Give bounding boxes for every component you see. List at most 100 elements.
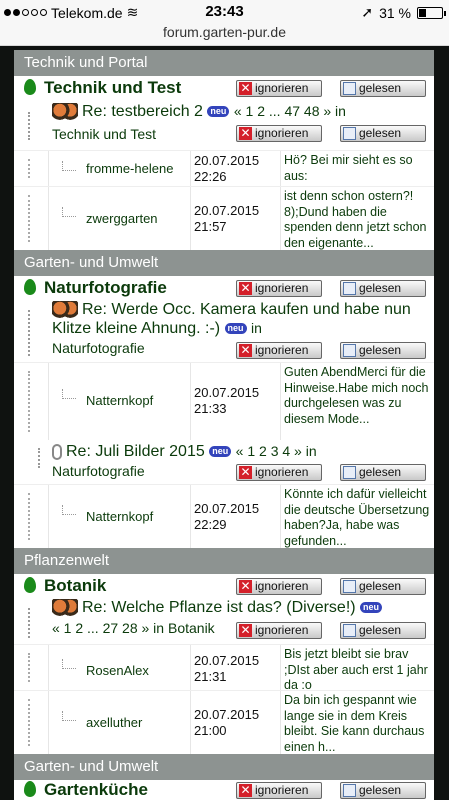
post-author[interactable]: fromme-helene xyxy=(86,161,173,176)
category-header: Garten- und Umwelt xyxy=(14,754,434,780)
url-text: forum.garten-pur.de xyxy=(163,24,286,40)
new-badge: neu xyxy=(224,323,247,335)
tree-line xyxy=(28,195,30,242)
ignore-button[interactable]: ✕ ignorieren xyxy=(236,125,322,142)
post-author[interactable]: Natternkopf xyxy=(86,509,153,524)
address-bar[interactable]: forum.garten-pur.de xyxy=(0,24,449,46)
post-excerpt[interactable]: Bis jetzt bleibt sie brav ;DIst aber auc… xyxy=(284,647,432,694)
ignore-button[interactable]: ✕ ignorieren xyxy=(236,80,322,97)
tree-line xyxy=(28,699,30,746)
topic-board-link[interactable]: Technik und Test xyxy=(52,125,156,144)
envelope-icon xyxy=(343,127,356,140)
board-title-link[interactable]: Gartenküche xyxy=(14,780,148,800)
tree-branch xyxy=(62,389,76,399)
envelope-icon xyxy=(343,344,356,357)
leaf-icon xyxy=(24,278,36,295)
mark-read-button[interactable]: gelesen xyxy=(340,280,426,297)
read-label: gelesen xyxy=(359,343,402,357)
read-label: gelesen xyxy=(359,623,402,637)
topic-link[interactable]: Re: testbereich 2 neu « 1 2 ... 47 48 » … xyxy=(52,102,346,121)
ignore-button[interactable]: ✕ ignorieren xyxy=(236,342,322,359)
post-date: 20.07.2015 21:57 xyxy=(194,203,259,235)
envelope-icon xyxy=(343,580,356,593)
post-date: 20.07.2015 21:00 xyxy=(194,707,259,739)
mark-read-button[interactable]: gelesen xyxy=(340,80,426,97)
board-panel-botanik: Botanik ✕ ignorieren gelesen Re: Welche P… xyxy=(14,574,434,754)
time-text: 21:57 xyxy=(194,219,227,234)
battery-icon xyxy=(417,6,446,19)
post-excerpt[interactable]: Da bin ich gespannt wie lange sie in dem… xyxy=(284,693,432,755)
mark-read-button[interactable]: gelesen xyxy=(340,782,426,799)
topic-in: in xyxy=(251,320,262,336)
ignore-button[interactable]: ✕ ignorieren xyxy=(236,464,322,481)
read-label: gelesen xyxy=(359,465,402,479)
read-label: gelesen xyxy=(359,281,402,295)
post-excerpt[interactable]: Hö? Bei mir sieht es so aus: xyxy=(284,153,432,184)
ignore-label: ignorieren xyxy=(255,126,309,140)
topic-pages[interactable]: « 1 2 ... 47 48 » in xyxy=(234,103,346,119)
topic-link[interactable]: Re: Welche Pflanze ist das? (Diverse!) n… xyxy=(52,598,432,617)
topic-board-link[interactable]: Naturfotografie xyxy=(52,462,145,481)
mark-read-button[interactable]: gelesen xyxy=(340,125,426,142)
ignore-button[interactable]: ✕ ignorieren xyxy=(236,622,322,639)
date-text: 20.07.2015 xyxy=(194,385,260,400)
time-text: 21:31 xyxy=(194,669,227,684)
post-author[interactable]: zwerggarten xyxy=(86,211,158,226)
board-title-link[interactable]: Naturfotografie xyxy=(14,278,167,298)
mark-read-button[interactable]: gelesen xyxy=(340,622,426,639)
topic-pages[interactable]: « 1 2 ... 27 28 » in xyxy=(52,620,164,636)
table-row[interactable]: Natternkopf 20.07.2015 21:33 Guten AbendM… xyxy=(14,362,434,440)
topic-board-link[interactable]: Botanik xyxy=(168,620,215,636)
read-label: gelesen xyxy=(359,81,402,95)
ignore-label: ignorieren xyxy=(255,623,309,637)
table-row[interactable]: zwerggarten 20.07.2015 21:57 ist denn sch… xyxy=(14,186,434,250)
topic-board-link[interactable]: Naturfotografie xyxy=(52,339,145,358)
battery-fill xyxy=(419,8,426,17)
board-panel-naturfoto: Naturfotografie ✕ ignorieren gelesen Re: … xyxy=(14,276,434,548)
ignore-label: ignorieren xyxy=(255,783,309,797)
ignore-label: ignorieren xyxy=(255,579,309,593)
moth-icon xyxy=(52,102,78,121)
ignore-label: ignorieren xyxy=(255,343,309,357)
board-title: Technik und Test xyxy=(44,78,182,97)
x-icon: ✕ xyxy=(239,465,252,479)
topic-pages[interactable]: « 1 2 3 4 » in xyxy=(236,443,317,459)
location-arrow-icon: ➚ xyxy=(361,4,374,20)
post-excerpt[interactable]: Guten AbendMerci für die Hinweise.Habe m… xyxy=(284,365,432,427)
post-date: 20.07.2015 22:26 xyxy=(194,153,259,185)
post-author[interactable]: RosenAlex xyxy=(86,663,149,678)
table-row[interactable]: Natternkopf 20.07.2015 22:29 Könnte ich d… xyxy=(14,484,434,548)
board-title: Naturfotografie xyxy=(44,278,167,297)
post-date: 20.07.2015 22:29 xyxy=(194,501,259,533)
tree-connector xyxy=(28,608,30,638)
topic-title: Re: testbereich 2 xyxy=(82,103,203,120)
post-author[interactable]: Natternkopf xyxy=(86,393,153,408)
x-icon: ✕ xyxy=(239,623,252,637)
ignore-button[interactable]: ✕ ignorieren xyxy=(236,782,322,799)
table-row[interactable]: RosenAlex 20.07.2015 21:31 Bis jetzt blei… xyxy=(14,644,434,692)
mark-read-button[interactable]: gelesen xyxy=(340,464,426,481)
table-row[interactable]: axelluther 20.07.2015 21:00 Da bin ich ge… xyxy=(14,690,434,754)
ignore-button[interactable]: ✕ ignorieren xyxy=(236,280,322,297)
mark-read-button[interactable]: gelesen xyxy=(340,578,426,595)
post-excerpt[interactable]: ist denn schon ostern?! 8);Dund haben di… xyxy=(284,189,432,251)
board-title-link[interactable]: Technik und Test xyxy=(14,78,181,98)
time-text: 22:29 xyxy=(194,517,227,532)
post-excerpt[interactable]: Könnte ich dafür vielleicht die deutsche… xyxy=(284,487,432,549)
status-right: ➚ 31 % xyxy=(361,4,446,21)
tree-branch xyxy=(62,161,76,171)
post-date: 20.07.2015 21:31 xyxy=(194,653,259,685)
post-author[interactable]: axelluther xyxy=(86,715,142,730)
read-label: gelesen xyxy=(359,783,402,797)
board-title-link[interactable]: Botanik xyxy=(14,576,106,596)
date-text: 20.07.2015 xyxy=(194,653,260,668)
board-panel-gartenkueche: Gartenküche ✕ ignorieren gelesen xyxy=(14,780,434,800)
ignore-label: ignorieren xyxy=(255,81,309,95)
category-header: Technik und Portal xyxy=(14,50,434,76)
moth-icon xyxy=(52,598,78,617)
mark-read-button[interactable]: gelesen xyxy=(340,342,426,359)
ignore-button[interactable]: ✕ ignorieren xyxy=(236,578,322,595)
topic-link[interactable]: Re: Werde Occ. Kamera kaufen und habe nu… xyxy=(52,300,432,338)
topic-link[interactable]: Re: Juli Bilder 2015 neu « 1 2 3 4 » in xyxy=(52,442,317,461)
table-row[interactable]: fromme-helene 20.07.2015 22:26 Hö? Bei mi… xyxy=(14,150,434,186)
